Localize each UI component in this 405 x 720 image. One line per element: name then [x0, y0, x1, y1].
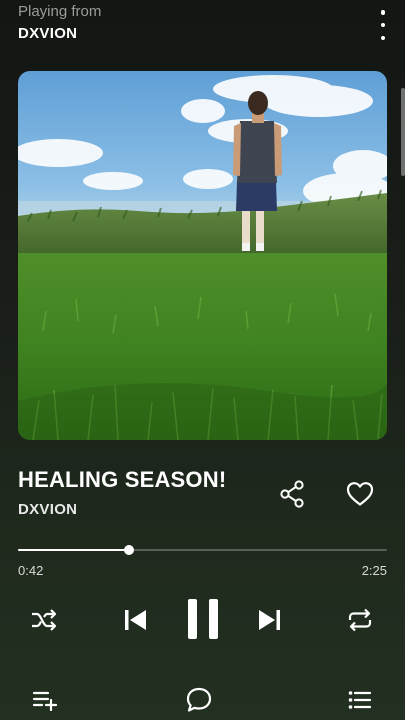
pause-glyph — [188, 599, 218, 639]
progress-fill — [18, 549, 129, 551]
list-icon[interactable] — [347, 688, 373, 712]
progress-slider[interactable] — [18, 544, 387, 556]
source-name[interactable]: DXVION — [18, 25, 77, 42]
more-dot — [380, 10, 386, 15]
playing-from-label: Playing from — [18, 3, 102, 20]
shuffle-glyph — [32, 609, 57, 631]
heart-icon[interactable] — [343, 478, 377, 510]
add-to-queue-icon[interactable] — [31, 688, 59, 712]
skip-previous-icon[interactable] — [120, 606, 150, 634]
share-glyph — [280, 480, 304, 508]
pause-icon[interactable] — [183, 596, 223, 642]
total-time: 2:25 — [361, 563, 387, 578]
repeat-glyph — [348, 608, 372, 632]
progress-thumb[interactable] — [123, 545, 134, 555]
comment-glyph — [186, 687, 212, 712]
album-artwork — [18, 71, 387, 440]
prev-glyph — [125, 610, 146, 630]
more-options-icon[interactable] — [373, 10, 393, 40]
artwork-image — [18, 71, 387, 440]
share-icon[interactable] — [276, 478, 308, 510]
repeat-icon[interactable] — [346, 606, 374, 634]
list-glyph — [348, 691, 372, 709]
player-header: Playing from DXVION — [18, 2, 387, 46]
skip-next-icon[interactable] — [255, 606, 285, 634]
elapsed-time: 0:42 — [18, 563, 44, 578]
more-dot — [380, 35, 386, 40]
heart-glyph — [346, 482, 374, 506]
track-artist[interactable]: DXVION — [18, 501, 77, 518]
shuffle-icon[interactable] — [30, 606, 58, 634]
track-title[interactable]: HEALING SEASON! — [18, 467, 226, 493]
next-glyph — [259, 610, 280, 630]
more-dot — [380, 22, 386, 28]
scroll-indicator[interactable] — [401, 88, 405, 176]
comment-icon[interactable] — [185, 686, 213, 714]
queue-glyph — [32, 691, 58, 711]
